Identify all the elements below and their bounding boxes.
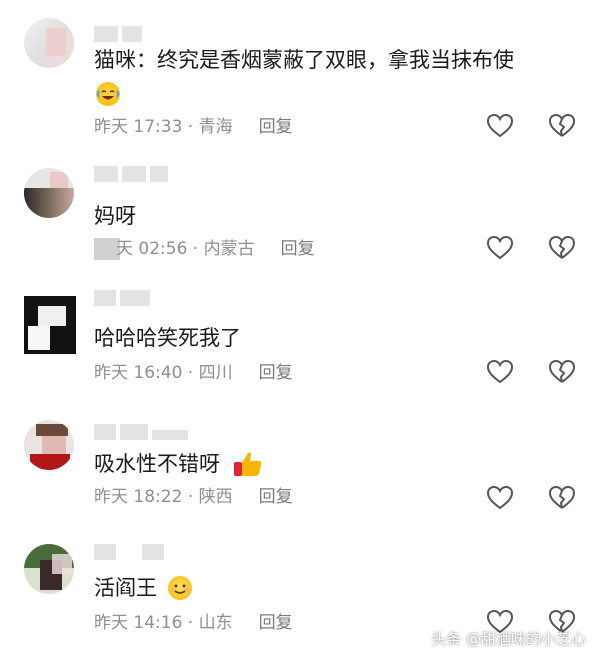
comment-meta: 昨天 16:40 · 四川 回复: [94, 362, 293, 384]
comment-meta: 昨天 14:16 · 山东 回复: [94, 612, 293, 634]
heart-outline-icon[interactable]: [486, 112, 514, 140]
avatar[interactable]: [24, 168, 74, 218]
reply-button[interactable]: 回复: [259, 117, 293, 137]
avatar[interactable]: [24, 296, 76, 354]
comment-body: 吸水性不错呀: [94, 452, 220, 476]
comment-body: 活阎王: [94, 576, 157, 600]
avatar[interactable]: [24, 544, 74, 594]
meta-separator: ·: [182, 117, 199, 137]
heart-outline-icon[interactable]: [486, 484, 514, 512]
broken-heart-outline-icon[interactable]: [548, 234, 576, 262]
reply-button[interactable]: 回复: [259, 487, 293, 507]
reply-button[interactable]: 回复: [259, 363, 293, 383]
meta-separator: ·: [187, 239, 204, 259]
comment-location: 青海: [198, 117, 233, 137]
comment-location: 内蒙古: [203, 239, 255, 259]
thumbs-up-emoji-icon: [232, 450, 264, 478]
meta-separator: ·: [182, 613, 199, 633]
comment-body: 妈呀: [94, 204, 136, 228]
comment-location: 山东: [198, 613, 233, 633]
laughing-crying-emoji-icon: [96, 82, 120, 106]
username-redacted[interactable]: [94, 26, 146, 42]
meta-separator: ·: [182, 363, 199, 383]
comment-meta: 昨天 17:33 · 青海 回复: [94, 116, 293, 138]
comment-body: 哈哈哈笑死我了: [94, 326, 241, 350]
comment-time: 昨天 16:40: [94, 363, 183, 383]
comment-text: 哈哈哈笑死我了: [94, 324, 241, 352]
username-redacted[interactable]: [94, 424, 192, 440]
comment-location: 陕西: [198, 487, 233, 507]
comment-location: 四川: [198, 363, 233, 383]
avatar[interactable]: [24, 420, 74, 470]
avatar[interactable]: [24, 18, 74, 68]
username-redacted[interactable]: [94, 166, 172, 182]
comment-time: 昨天 18:22: [94, 487, 183, 507]
comment-meta: 天 02:56 · 内蒙古 回复: [116, 238, 315, 260]
meta-separator: ·: [182, 487, 199, 507]
username-redacted[interactable]: [94, 290, 154, 306]
broken-heart-outline-icon[interactable]: [548, 484, 576, 512]
comment-meta: 昨天 18:22 · 陕西 回复: [94, 486, 293, 508]
comment-text: 吸水性不错呀: [94, 450, 220, 478]
heart-outline-icon[interactable]: [486, 234, 514, 262]
broken-heart-outline-icon[interactable]: [548, 358, 576, 386]
comment-body: 猫咪：终究是香烟蒙蔽了双眼，拿我当抹布使: [94, 48, 514, 72]
comment-time: 昨天 14:16: [94, 613, 183, 633]
comment-time: 天 02:56: [116, 239, 188, 259]
comment-text: 妈呀: [94, 202, 136, 230]
broken-heart-outline-icon[interactable]: [548, 112, 576, 140]
username-redacted[interactable]: [94, 544, 168, 560]
comment-time: 昨天 17:33: [94, 117, 183, 137]
comment-text: 活阎王: [94, 574, 157, 602]
reply-button[interactable]: 回复: [281, 239, 315, 259]
comment-text: 猫咪：终究是香烟蒙蔽了双眼，拿我当抹布使: [94, 46, 514, 74]
heart-outline-icon[interactable]: [486, 358, 514, 386]
reply-button[interactable]: 回复: [259, 613, 293, 633]
smiling-face-emoji-icon: [168, 576, 192, 600]
watermark: 头条 @甜酒味的小芝心: [431, 630, 586, 648]
